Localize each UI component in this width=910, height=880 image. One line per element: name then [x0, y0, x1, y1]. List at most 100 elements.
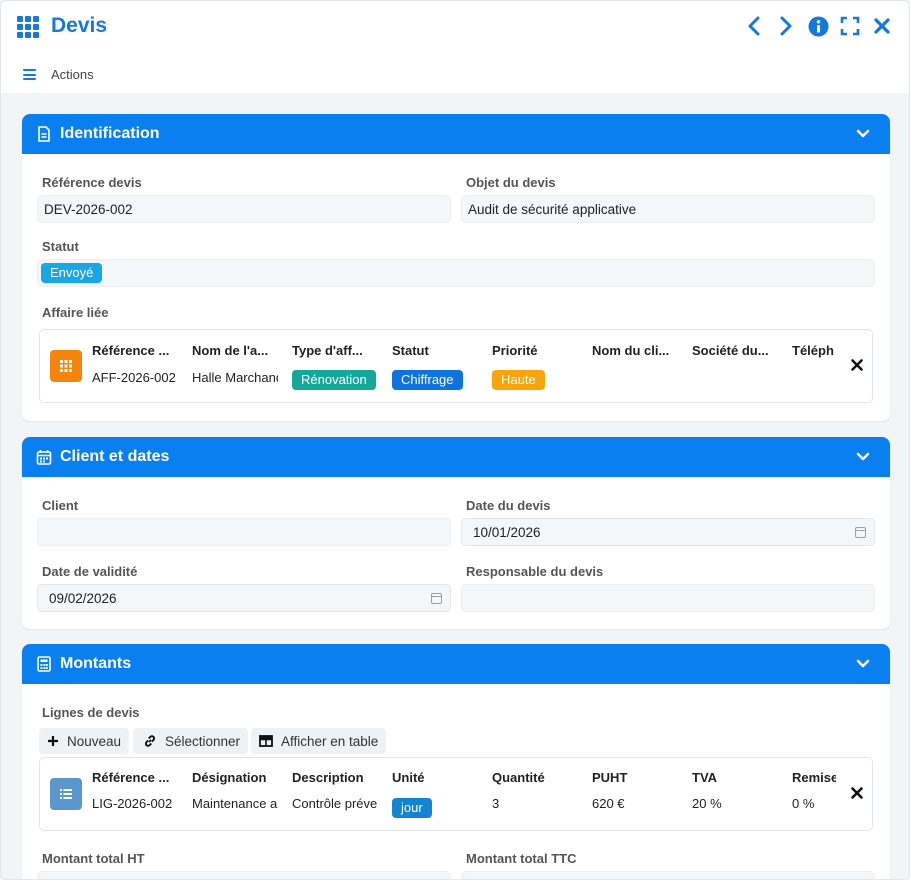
selectionner-label: Sélectionner — [165, 733, 241, 749]
fullscreen-icon[interactable] — [839, 15, 861, 37]
column-header: Remise — [792, 770, 836, 785]
date-validite-label: Date de validité — [42, 564, 138, 579]
affaire-priorite-cell: Haute — [492, 370, 578, 390]
affaire-thumbnail-icon — [50, 350, 82, 382]
section-header-montants[interactable]: Montants — [22, 644, 890, 684]
ligne-reference: LIG-2026-002 — [92, 796, 173, 811]
column-header: Type d'aff... — [292, 343, 363, 358]
remove-ligne-icon[interactable] — [850, 786, 864, 800]
date-validite-field[interactable]: 09/02/2026 — [37, 584, 451, 612]
objet-devis-label: Objet du devis — [466, 175, 556, 190]
column-header: Statut — [392, 343, 429, 358]
chevron-down-icon[interactable] — [856, 657, 870, 671]
column-header: Unité — [392, 770, 425, 785]
column-header: Quantité — [492, 770, 545, 785]
nouveau-label: Nouveau — [67, 733, 122, 749]
responsable-field[interactable] — [461, 584, 875, 612]
actions-bar: Actions — [1, 53, 909, 93]
reference-devis-label: Référence devis — [42, 175, 142, 190]
client-field[interactable] — [37, 518, 451, 546]
reference-devis-field[interactable]: DEV-2026-002 — [37, 195, 451, 223]
ligne-tva: 20 % — [692, 796, 722, 811]
montant-ht-label: Montant total HT — [42, 851, 145, 866]
ligne-designation: Maintenance applicative — [192, 796, 278, 811]
affaire-liee-label: Affaire liée — [42, 305, 109, 320]
column-header: Téléph — [792, 343, 834, 358]
unite-badge: jour — [392, 798, 432, 818]
montant-ttc-label: Montant total TTC — [466, 851, 577, 866]
calendar-picker-icon[interactable] — [431, 593, 442, 604]
section-identification: Identification Référence devis DEV-2026-… — [22, 114, 890, 421]
affaire-reference: AFF-2026-002 — [92, 370, 176, 385]
client-label: Client — [42, 498, 79, 513]
status-badge: Envoyé — [41, 263, 103, 283]
calendar-icon — [36, 449, 52, 465]
window-actions — [743, 15, 893, 37]
ligne-thumbnail-icon — [50, 778, 82, 810]
montant-ht-field[interactable] — [37, 871, 451, 879]
nouveau-button[interactable]: Nouveau — [39, 728, 130, 754]
ligne-unite-cell: jour — [392, 798, 478, 818]
plus-icon — [48, 736, 58, 746]
close-icon[interactable] — [871, 15, 893, 37]
date-devis-value: 10/01/2026 — [473, 524, 541, 540]
column-header: TVA — [692, 770, 718, 785]
calculator-icon — [36, 656, 52, 672]
actions-menu[interactable]: Actions — [51, 67, 94, 82]
chevron-right-icon[interactable] — [775, 15, 797, 37]
date-validite-value: 09/02/2026 — [49, 590, 117, 606]
date-devis-label: Date du devis — [466, 498, 551, 513]
ligne-puht: 620 € — [592, 796, 625, 811]
column-header: Nom de l'a... — [192, 343, 269, 358]
objet-devis-value: Audit de sécurité applicative — [468, 201, 637, 217]
calendar-picker-icon[interactable] — [855, 527, 866, 538]
title-bar: Devis — [1, 1, 909, 53]
objet-devis-field[interactable]: Audit de sécurité applicative — [461, 195, 875, 223]
section-title: Client et dates — [60, 448, 170, 465]
chevron-down-icon[interactable] — [856, 450, 870, 464]
apps-grid-icon[interactable] — [17, 16, 41, 38]
chevron-left-icon[interactable] — [743, 15, 765, 37]
statut-field[interactable]: Envoyé — [37, 259, 875, 287]
section-title: Montants — [60, 655, 132, 672]
afficher-table-label: Afficher en table — [281, 733, 379, 749]
section-header-identification[interactable]: Identification — [22, 114, 890, 154]
ligne-remise: 0 % — [792, 796, 815, 811]
section-title: Identification — [60, 125, 160, 142]
column-header: Priorité — [492, 343, 538, 358]
devis-window: Devis Actions Identification Référence d… — [0, 0, 910, 880]
reference-devis-value: DEV-2026-002 — [44, 201, 133, 217]
chevron-down-icon[interactable] — [856, 127, 870, 141]
responsable-label: Responsable du devis — [466, 564, 604, 579]
affaire-statut-cell: Chiffrage — [392, 370, 478, 390]
affaire-nom: Halle Marchande — [192, 370, 278, 385]
type-badge: Rénovation — [292, 370, 376, 390]
column-header: Description — [292, 770, 364, 785]
link-icon — [144, 735, 156, 747]
info-icon[interactable] — [807, 15, 829, 37]
column-header: Désignation — [192, 770, 267, 785]
section-header-client-dates[interactable]: Client et dates — [22, 437, 890, 477]
afficher-table-button[interactable]: Afficher en table — [251, 728, 387, 754]
remove-affaire-icon[interactable] — [850, 358, 864, 372]
affaire-type-cell: Rénovation — [292, 370, 378, 390]
ligne-description: Contrôle préventif — [292, 796, 378, 811]
section-montants: Montants Lignes de devis Nouveau Sélecti… — [22, 644, 890, 879]
montant-ttc-field[interactable] — [461, 871, 875, 879]
lignes-devis-label: Lignes de devis — [42, 705, 140, 720]
column-header: PUHT — [592, 770, 628, 785]
affaire-row[interactable]: Référence ... Nom de l'a... Type d'aff..… — [39, 329, 873, 403]
priorite-badge: Haute — [492, 370, 545, 390]
section-client-dates: Client et dates Client Date du devis 10/… — [22, 437, 890, 629]
statut-label: Statut — [42, 239, 79, 254]
column-header: Société du... — [692, 343, 769, 358]
date-devis-field[interactable]: 10/01/2026 — [461, 518, 875, 546]
statut-badge: Chiffrage — [392, 370, 463, 390]
column-header: Référence ... — [92, 343, 170, 358]
selectionner-button[interactable]: Sélectionner — [133, 728, 249, 754]
document-icon — [36, 126, 52, 142]
menu-icon[interactable] — [23, 69, 36, 80]
ligne-devis-row[interactable]: Référence ... Désignation Description Un… — [39, 757, 873, 831]
column-header: Nom du cli... — [592, 343, 670, 358]
ligne-quantite: 3 — [492, 796, 500, 811]
